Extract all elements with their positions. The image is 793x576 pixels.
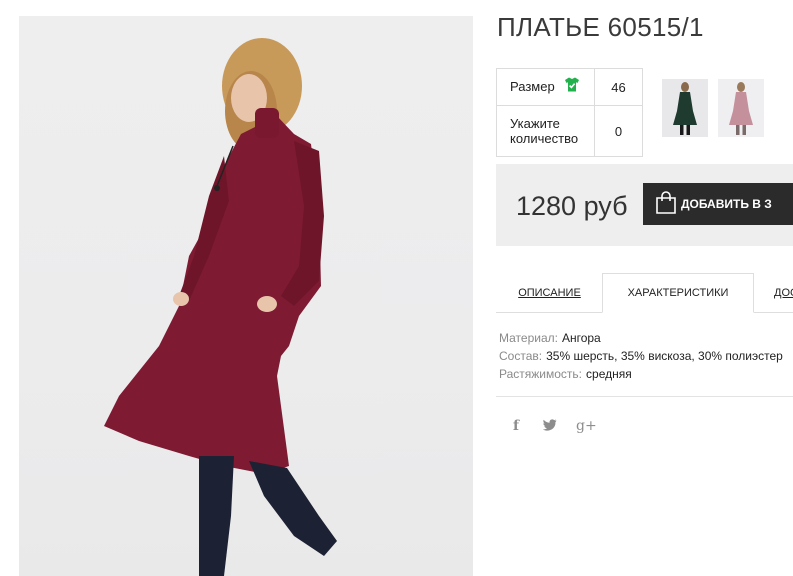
- spec-key: Состав:: [499, 349, 543, 363]
- size-value[interactable]: 46: [594, 68, 643, 106]
- tab-description[interactable]: ОПИСАНИЕ: [496, 273, 603, 313]
- qty-value[interactable]: 0: [594, 105, 643, 157]
- facebook-icon[interactable]: f: [513, 418, 519, 436]
- spec-row-stretch: Растяжимость: средняя: [499, 365, 783, 383]
- googleplus-icon[interactable]: g+: [576, 418, 597, 436]
- spec-value: 35% шерсть, 35% вискоза, 30% полиэстер: [546, 349, 783, 363]
- price-bar: 1280 руб ДОБАВИТЬ В З: [496, 164, 793, 246]
- spec-key: Растяжимость:: [499, 367, 583, 381]
- price: 1280 руб: [516, 191, 628, 221]
- spec-value: средняя: [586, 367, 632, 381]
- qty-label-line1: Укажите: [510, 116, 560, 131]
- thumbnail-pink-dress[interactable]: [718, 79, 764, 137]
- product-tabs: ОПИСАНИЕ ХАРАКТЕРИСТИКИ ДОС: [496, 273, 793, 313]
- size-chart-icon[interactable]: [564, 77, 580, 95]
- specs-list: Материал: Ангора Состав: 35% шерсть, 35% в…: [499, 329, 783, 383]
- shopping-bag-icon: [655, 191, 677, 218]
- size-label: Размер: [510, 78, 555, 94]
- size-label-cell: Размер: [496, 68, 595, 106]
- twitter-icon[interactable]: [542, 418, 557, 436]
- spec-row-material: Материал: Ангора: [499, 329, 783, 347]
- spec-row-composition: Состав: 35% шерсть, 35% вискоза, 30% поли…: [499, 347, 783, 365]
- add-to-cart-label: ДОБАВИТЬ В З: [681, 197, 772, 211]
- thumbnail-green-dress[interactable]: [662, 79, 708, 137]
- product-main-photo[interactable]: [19, 16, 473, 576]
- spec-key: Материал:: [499, 331, 558, 345]
- product-title: ПЛАТЬЕ 60515/1: [497, 12, 704, 42]
- spec-value: Ангора: [561, 331, 601, 345]
- add-to-cart-button[interactable]: ДОБАВИТЬ В З: [643, 183, 793, 225]
- model-illustration: [104, 38, 337, 576]
- tab-characteristics[interactable]: ХАРАКТЕРИСТИКИ: [602, 273, 754, 313]
- options-table: Размер 46 Укажите количество 0: [496, 68, 643, 157]
- divider: [496, 396, 793, 397]
- tab-delivery[interactable]: ДОС: [774, 273, 793, 313]
- qty-label-cell: Укажите количество: [496, 105, 595, 157]
- qty-label-line2: количество: [510, 131, 579, 146]
